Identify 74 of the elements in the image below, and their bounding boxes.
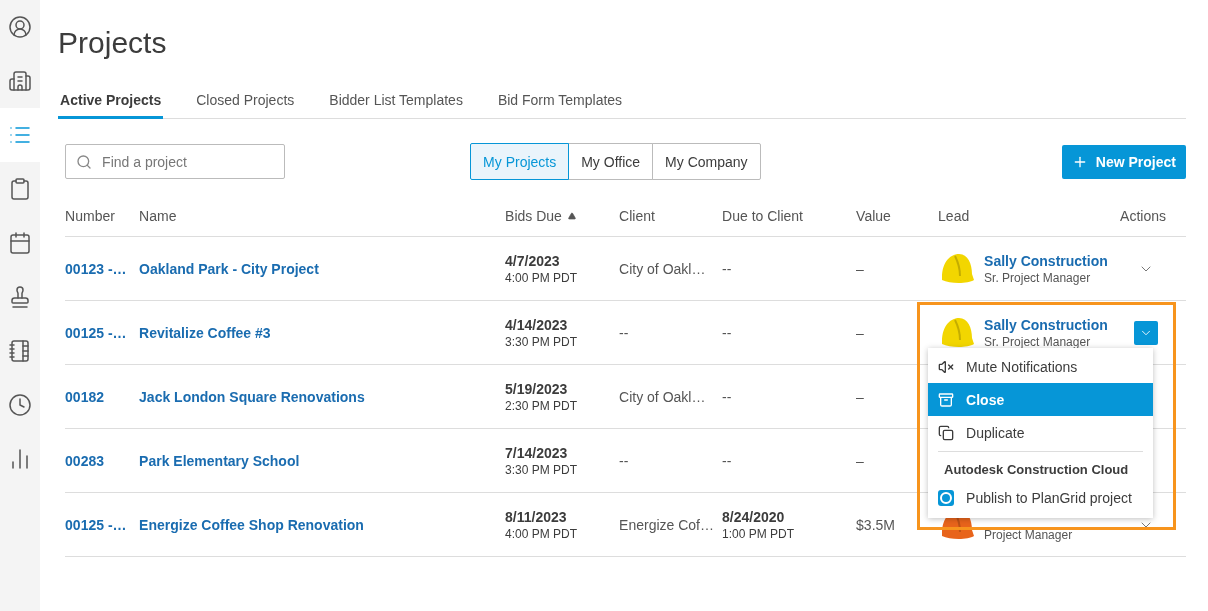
lead-name-link[interactable]: Sally Construction — [984, 316, 1108, 333]
value-text: – — [856, 260, 864, 277]
project-name-link[interactable]: Energize Coffee Shop Renovation — [139, 516, 364, 533]
time-text: 1:00 PM PDT — [722, 526, 796, 541]
lead-role-text: Project Manager — [984, 527, 1073, 542]
project-name-link[interactable]: Park Elementary School — [139, 452, 300, 469]
date-text: 5/19/2023 — [505, 380, 569, 397]
project-name-link[interactable]: Revitalize Coffee #3 — [139, 324, 271, 341]
page-title: Projects — [58, 26, 168, 60]
new-project-button[interactable]: New Project — [1061, 144, 1186, 179]
client-text: City of Oakl… — [619, 260, 706, 277]
value-text: – — [856, 388, 864, 405]
plangrid-icon — [938, 489, 955, 506]
date-text: 8/24/2020 — [722, 508, 786, 525]
actions-dropdown-button[interactable] — [1134, 320, 1158, 345]
clock-icon — [8, 393, 33, 417]
menu-item[interactable]: Publish to PlanGrid project — [928, 481, 1154, 514]
search-field[interactable]: Find a project — [65, 144, 286, 179]
tab[interactable]: Closed Projects — [194, 86, 297, 119]
lead-role-text: Sr. Project Manager — [984, 334, 1092, 349]
project-number-link[interactable]: 00283 — [65, 452, 104, 469]
due-text: -- — [722, 452, 732, 469]
column-header: Due to Client — [722, 208, 803, 224]
mute-icon — [938, 358, 955, 375]
archive-icon — [938, 391, 955, 408]
due-text: -- — [722, 388, 732, 405]
tab[interactable]: Bid Form Templates — [495, 86, 625, 119]
column-header: Client — [619, 208, 655, 224]
column-header[interactable]: Bids Due — [505, 208, 562, 224]
menu-item[interactable]: Close — [928, 383, 1154, 416]
menu-item[interactable]: Mute Notifications — [928, 350, 1154, 383]
tab[interactable]: Active Projects — [58, 86, 164, 119]
project-number-link[interactable]: 00125 -… — [65, 324, 127, 341]
client-text: City of Oakl… — [619, 388, 706, 405]
menu-item[interactable]: Duplicate — [928, 416, 1154, 449]
user-icon — [8, 15, 33, 39]
column-header: Value — [856, 208, 891, 224]
column-header: Number — [65, 208, 115, 224]
lead-name-link[interactable]: Sally Construction — [984, 252, 1108, 269]
calendar-icon — [8, 231, 33, 255]
date-text: 7/14/2023 — [505, 444, 569, 461]
time-text: 3:30 PM PDT — [505, 462, 579, 477]
time-text: 4:00 PM PDT — [505, 270, 579, 285]
time-text: 4:00 PM PDT — [505, 526, 579, 541]
project-number-link[interactable]: 00182 — [65, 388, 104, 405]
filter-button[interactable]: My Projects — [470, 143, 570, 180]
tab[interactable]: Bidder List Templates — [327, 86, 465, 119]
client-text: -- — [619, 452, 629, 469]
column-header: Actions — [1120, 208, 1166, 224]
menu-heading: Autodesk Construction Cloud — [943, 461, 1130, 479]
client-text: Energize Cof… — [619, 516, 714, 533]
building-icon — [8, 69, 33, 93]
due-text: -- — [722, 260, 732, 277]
column-header: Name — [139, 208, 177, 224]
date-text: 4/7/2023 — [505, 252, 561, 269]
project-name-link[interactable]: Jack London Square Renovations — [139, 388, 365, 405]
project-name-link[interactable]: Oakland Park - City Project — [139, 260, 319, 277]
filter-button[interactable]: My Office — [568, 143, 654, 180]
client-text: -- — [619, 324, 629, 341]
date-text: 8/11/2023 — [505, 508, 568, 525]
filter-button[interactable]: My Company — [652, 143, 761, 180]
column-header: Lead — [938, 208, 970, 224]
due-text: -- — [722, 324, 732, 341]
search-icon — [76, 154, 93, 170]
value-text: $3.5M — [856, 516, 895, 533]
date-text: 4/14/2023 — [505, 316, 569, 333]
project-number-link[interactable]: 00123 -… — [65, 260, 127, 277]
value-text: – — [856, 324, 864, 341]
project-number-link[interactable]: 00125 -… — [65, 516, 127, 533]
value-text: – — [856, 452, 864, 469]
time-text: 3:30 PM PDT — [505, 334, 579, 349]
lead-role-text: Sr. Project Manager — [984, 270, 1092, 285]
time-text: 2:30 PM PDT — [505, 398, 579, 413]
duplicate-icon — [938, 424, 955, 441]
